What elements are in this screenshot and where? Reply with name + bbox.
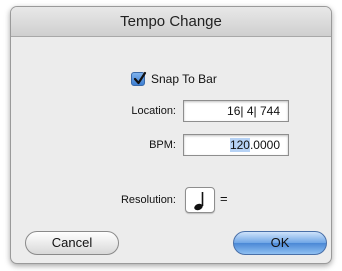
snap-to-bar-option[interactable]: Snap To Bar <box>131 71 217 87</box>
location-label: Location: <box>131 105 176 117</box>
resolution-equals: = <box>220 191 228 206</box>
snap-to-bar-checkbox[interactable] <box>131 71 147 86</box>
ok-button[interactable]: OK <box>233 231 327 255</box>
cancel-button[interactable]: Cancel <box>25 231 119 255</box>
resolution-selector[interactable] <box>185 187 215 213</box>
bpm-label: BPM: <box>149 139 176 151</box>
dialog-title: Tempo Change <box>11 7 331 37</box>
tempo-change-dialog: Tempo Change Snap To Bar Location: 16| 4… <box>10 6 332 264</box>
resolution-label: Resolution: <box>120 194 176 206</box>
quarter-note-icon <box>194 192 204 211</box>
bpm-selected-text: 120 <box>229 138 250 152</box>
bpm-field[interactable]: 120.0000 <box>183 134 289 156</box>
snap-to-bar-label: Snap To Bar <box>151 72 217 86</box>
bpm-decimal-text: .0000 <box>249 138 280 152</box>
checkmark-icon <box>133 71 147 85</box>
location-field[interactable]: 16| 4| 744 <box>183 100 289 122</box>
